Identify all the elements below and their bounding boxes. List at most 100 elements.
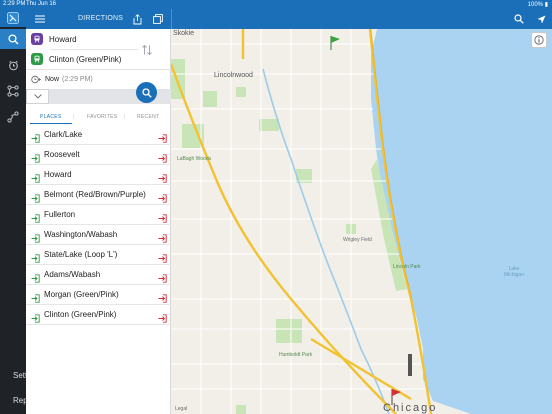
nav-rail: Settings Report — [0, 9, 42, 414]
chevron-down-icon — [33, 94, 42, 99]
park-area — [236, 405, 246, 414]
route-icon[interactable] — [0, 108, 26, 126]
battery-text: 100% — [527, 2, 544, 8]
place-name: Morgan (Green/Pink) — [44, 290, 119, 299]
map-label-wrigley: Wrigley Field — [343, 237, 372, 243]
list-item[interactable]: Adams/Wabash — [26, 265, 171, 285]
map-label-lincoln-park: Lincoln Park — [393, 264, 421, 270]
place-name: Roosevelt — [44, 150, 80, 159]
places-tabs: PLACES | FAVORITES | RECENT — [26, 112, 171, 124]
directions-panel: Howard Clinton (Green/Pink) Now (2:29 PM… — [26, 29, 171, 414]
set-origin-icon[interactable] — [31, 310, 40, 323]
map-search-icon[interactable] — [512, 12, 526, 26]
tab-separator: | — [124, 114, 126, 120]
map-canvas — [171, 29, 552, 414]
place-name: Howard — [44, 170, 72, 179]
status-date: Thu Jun 16 — [26, 1, 57, 7]
humboldt-park-area — [276, 319, 302, 343]
train-origin-icon — [31, 33, 43, 45]
origin-field[interactable]: Howard — [31, 31, 77, 47]
set-destination-icon[interactable] — [158, 310, 167, 323]
set-origin-icon[interactable] — [31, 210, 40, 223]
map-label-lincolnwood: Lincolnwood — [214, 72, 253, 79]
set-destination-icon[interactable] — [158, 210, 167, 223]
map-label-humboldt-park: Humboldt Park — [279, 352, 313, 358]
map-view[interactable]: Skokie Lincolnwood LaBagh Woods Lake Mic… — [171, 29, 552, 414]
set-destination-icon[interactable] — [158, 270, 167, 283]
tab-places[interactable]: PLACES — [40, 114, 62, 120]
set-destination-icon[interactable] — [158, 190, 167, 203]
place-name: Fullerton — [44, 210, 76, 219]
set-origin-icon[interactable] — [31, 130, 40, 143]
list-item[interactable]: State/Lake (Loop 'L') — [26, 245, 171, 265]
menu-icon[interactable] — [33, 12, 47, 26]
page-title: DIRECTIONS — [78, 15, 124, 22]
list-item[interactable]: Fullerton — [26, 205, 171, 225]
set-origin-icon[interactable] — [31, 230, 40, 243]
set-destination-icon[interactable] — [158, 130, 167, 143]
map-label-skokie: Skokie — [173, 30, 195, 37]
list-item[interactable]: Clark/Lake — [26, 125, 171, 145]
origin-divider — [50, 49, 138, 50]
park-area — [203, 91, 217, 107]
search-route-button[interactable] — [136, 82, 157, 103]
alarm-clock-icon[interactable] — [0, 56, 26, 74]
park-area — [236, 87, 246, 97]
endpoints-divider — [26, 69, 171, 70]
set-origin-icon[interactable] — [31, 190, 40, 203]
set-destination-icon[interactable] — [158, 170, 167, 183]
copy-icon[interactable] — [151, 12, 165, 26]
status-battery: 100% ▮ — [527, 2, 548, 8]
status-bar: 2:29 PM Thu Jun 16 100% ▮ — [0, 0, 552, 9]
clock-icon — [31, 75, 42, 84]
time-now-label: Now — [45, 75, 60, 83]
place-name: Belmont (Red/Brown/Purple) — [44, 190, 146, 199]
tab-favorites[interactable]: FAVORITES — [87, 114, 117, 120]
place-name: Clark/Lake — [44, 130, 83, 139]
list-item[interactable]: Howard — [26, 165, 171, 185]
list-item[interactable]: Clinton (Green/Pink) — [26, 305, 171, 325]
place-name: Clinton (Green/Pink) — [44, 310, 117, 319]
app-logo-icon[interactable] — [0, 9, 26, 27]
origin-label: Howard — [49, 34, 77, 44]
list-item[interactable]: Washington/Wabash — [26, 225, 171, 245]
list-item[interactable]: Belmont (Red/Brown/Purple) — [26, 185, 171, 205]
set-origin-icon[interactable] — [31, 270, 40, 283]
status-time: 2:29 PM — [3, 1, 26, 7]
destination-label: Clinton (Green/Pink) — [49, 54, 122, 64]
map-info-button[interactable] — [531, 32, 547, 48]
place-name: Adams/Wabash — [44, 270, 101, 279]
set-destination-icon[interactable] — [158, 230, 167, 243]
place-name: State/Lake (Loop 'L') — [44, 250, 118, 259]
map-label-lake: Lake Michigan — [503, 266, 524, 278]
tab-recent[interactable]: RECENT — [137, 114, 159, 120]
header-divider — [171, 9, 172, 29]
tab-active-indicator — [30, 123, 72, 124]
locate-me-icon[interactable] — [534, 12, 548, 26]
set-destination-icon[interactable] — [158, 290, 167, 303]
search-nav-icon[interactable] — [0, 29, 26, 49]
set-origin-icon[interactable] — [31, 290, 40, 303]
top-bar: DIRECTIONS — [26, 9, 552, 29]
hancock-tower — [408, 354, 412, 376]
swap-icon[interactable] — [141, 43, 153, 56]
time-detail: (2:29 PM) — [62, 75, 93, 83]
map-legal-link[interactable]: Legal — [175, 406, 187, 412]
map-label-labagh: LaBagh Woods — [177, 156, 212, 162]
set-destination-icon[interactable] — [158, 150, 167, 163]
destination-field[interactable]: Clinton (Green/Pink) — [31, 51, 121, 67]
network-map-icon[interactable] — [0, 82, 26, 100]
list-item[interactable]: Morgan (Green/Pink) — [26, 285, 171, 305]
set-destination-icon[interactable] — [158, 250, 167, 263]
park-area — [259, 119, 279, 131]
set-origin-icon[interactable] — [31, 250, 40, 263]
set-origin-icon[interactable] — [31, 150, 40, 163]
train-destination-icon — [31, 53, 43, 65]
options-toggle[interactable] — [26, 89, 49, 104]
set-origin-icon[interactable] — [31, 170, 40, 183]
map-label-city: Chicago — [383, 402, 438, 414]
list-item[interactable]: Roosevelt — [26, 145, 171, 165]
departure-time[interactable]: Now (2:29 PM) — [31, 73, 93, 85]
info-icon — [534, 35, 544, 45]
share-icon[interactable] — [130, 12, 144, 26]
